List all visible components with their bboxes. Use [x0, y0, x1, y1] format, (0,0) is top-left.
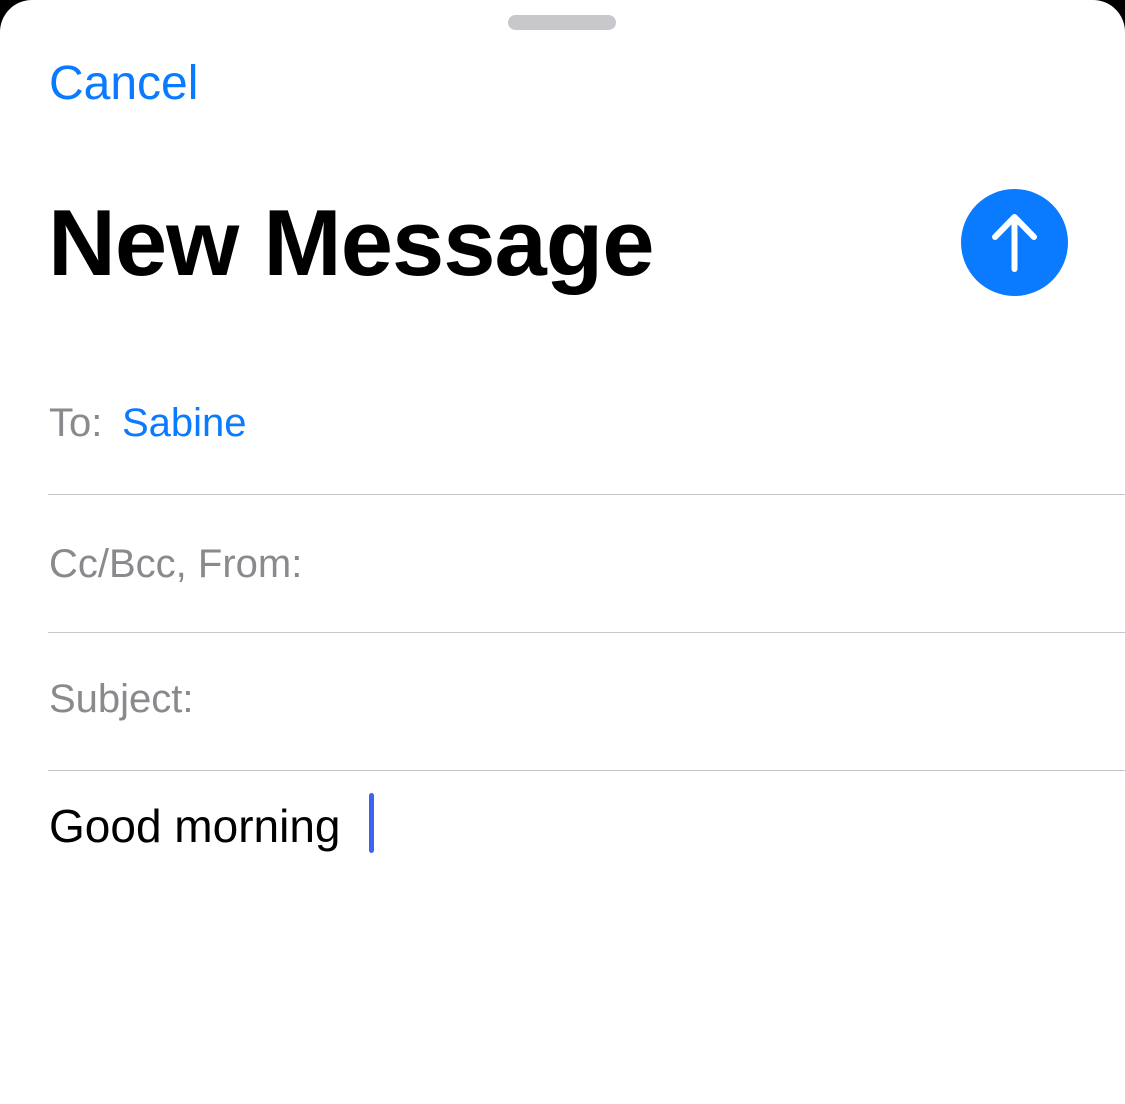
text-cursor — [369, 793, 374, 853]
redacted-sender-address — [335, 541, 1015, 583]
sheet-grabber-handle[interactable] — [508, 15, 616, 30]
divider — [48, 770, 1125, 771]
compose-sheet: Cancel New Message To: Sabine Cc/Bcc, Fr… — [0, 0, 1125, 1104]
send-button[interactable] — [961, 189, 1068, 296]
divider — [48, 494, 1125, 495]
message-body-text: Good morning — [49, 800, 341, 852]
recipient-token[interactable]: Sabine — [122, 399, 247, 447]
redacted-recipient-address — [280, 402, 625, 444]
arrow-up-icon — [992, 214, 1037, 272]
cancel-button[interactable]: Cancel — [49, 56, 198, 112]
subject-label: Subject: — [49, 677, 194, 721]
to-label: To: — [49, 401, 103, 445]
divider — [48, 632, 1125, 633]
cc-bcc-from-label: Cc/Bcc, From: — [49, 542, 303, 586]
page-title: New Message — [48, 190, 655, 295]
